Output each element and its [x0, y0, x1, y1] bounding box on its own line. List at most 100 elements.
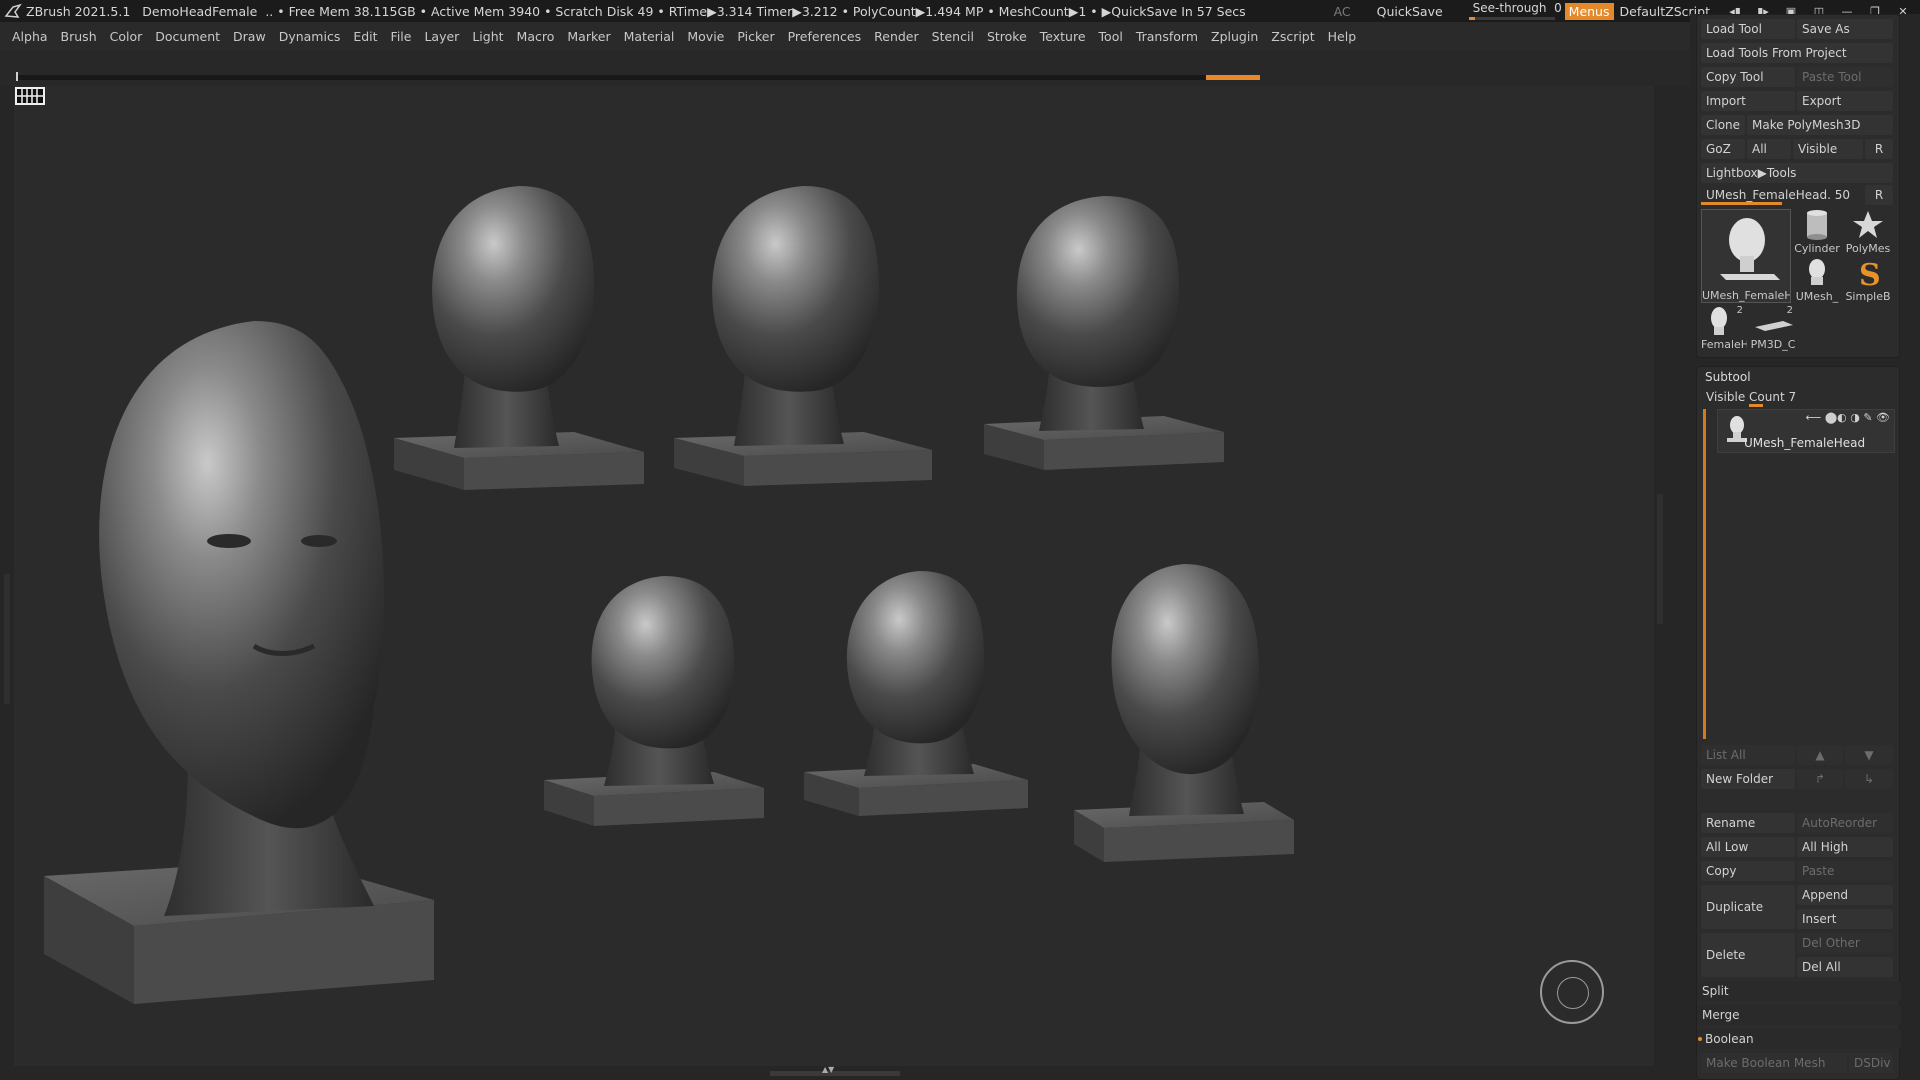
visible-count-slider[interactable]: Visible Count 7 — [1701, 387, 1893, 407]
head-model-top-1[interactable] — [394, 186, 644, 490]
bottom-tray-handle[interactable] — [770, 1065, 900, 1076]
load-tool-button[interactable]: Load Tool — [1701, 19, 1795, 39]
copy-tool-button[interactable]: Copy Tool — [1701, 67, 1795, 87]
all-low-button[interactable]: All Low — [1701, 837, 1795, 857]
left-tray[interactable] — [0, 86, 14, 1080]
boolean-section[interactable]: Boolean — [1697, 1029, 1901, 1049]
menu-file[interactable]: File — [391, 29, 412, 44]
subtool-list[interactable]: ⟵ ⬤◐ ◑ ✎ 👁 UMesh_FemaleHead — [1701, 409, 1897, 739]
head-model-top-3[interactable] — [984, 196, 1224, 470]
head-model-bottom-1[interactable] — [544, 576, 764, 826]
folder-out-icon[interactable]: ↱ — [1797, 769, 1843, 789]
menu-preferences[interactable]: Preferences — [788, 29, 862, 44]
paste-subtool-button[interactable]: Paste — [1797, 861, 1893, 881]
menu-marker[interactable]: Marker — [567, 29, 610, 44]
see-through-slider[interactable]: See-through 0 — [1468, 0, 1562, 22]
rename-button[interactable]: Rename — [1701, 813, 1795, 833]
menu-stencil[interactable]: Stencil — [932, 29, 974, 44]
menu-texture[interactable]: Texture — [1040, 29, 1086, 44]
new-folder-button[interactable]: New Folder — [1701, 769, 1795, 789]
list-all-button[interactable]: List All — [1701, 745, 1795, 765]
menu-brush[interactable]: Brush — [61, 29, 97, 44]
menu-transform[interactable]: Transform — [1136, 29, 1198, 44]
goz-all-button[interactable]: All — [1747, 139, 1791, 159]
tool-thumb-simplebrush[interactable]: S SimpleB — [1843, 257, 1893, 303]
menu-alpha[interactable]: Alpha — [12, 29, 48, 44]
del-all-button[interactable]: Del All — [1797, 957, 1893, 977]
menu-zscript[interactable]: Zscript — [1271, 29, 1314, 44]
goz-r-button[interactable]: R — [1865, 139, 1893, 159]
menu-light[interactable]: Light — [472, 29, 503, 44]
floor-grid-icon[interactable] — [14, 86, 46, 106]
save-as-button[interactable]: Save As — [1797, 19, 1893, 39]
load-tools-from-project-button[interactable]: Load Tools From Project — [1701, 43, 1893, 63]
head-model-bottom-2[interactable] — [804, 571, 1028, 816]
menu-layer[interactable]: Layer — [424, 29, 459, 44]
navigation-gizmo-icon[interactable] — [1540, 960, 1604, 1024]
star-icon — [1853, 211, 1883, 238]
subtool-item[interactable]: ⟵ ⬤◐ ◑ ✎ 👁 UMesh_FemaleHead — [1717, 409, 1895, 453]
move-up-icon[interactable]: ▲ — [1797, 745, 1843, 765]
tool-thumb-cylinder[interactable]: Cylinder — [1793, 209, 1841, 255]
split-section[interactable]: Split — [1697, 981, 1901, 1001]
current-tool-r-button[interactable]: R — [1865, 185, 1893, 205]
import-button[interactable]: Import — [1701, 91, 1795, 111]
menu-stroke[interactable]: Stroke — [987, 29, 1027, 44]
head-model-top-2[interactable] — [674, 186, 932, 486]
tool-thumb-umesh-femalehead[interactable]: UMesh_FemaleH — [1701, 209, 1791, 303]
document-canvas[interactable] — [14, 86, 1654, 1066]
menu-material[interactable]: Material — [624, 29, 675, 44]
menu-movie[interactable]: Movie — [687, 29, 724, 44]
zbrush-logo-icon — [4, 3, 22, 18]
append-button[interactable]: Append — [1797, 885, 1893, 905]
menu-render[interactable]: Render — [874, 29, 919, 44]
subtool-title[interactable]: Subtool — [1705, 370, 1751, 384]
menu-draw[interactable]: Draw — [233, 29, 266, 44]
folder-in-icon[interactable]: ↳ — [1845, 769, 1893, 789]
tool-thumb-umesh-small[interactable]: UMesh_ — [1793, 257, 1841, 303]
tool-thumb-femalehead[interactable]: 2 FemaleH — [1701, 305, 1747, 351]
dsdiv-button[interactable]: DSDiv — [1849, 1053, 1893, 1073]
current-tool-slider[interactable]: UMesh_FemaleHead. 50 — [1701, 185, 1863, 205]
del-other-button[interactable]: Del Other — [1797, 933, 1893, 953]
right-tray[interactable] — [1654, 86, 1690, 1080]
ac-toggle[interactable]: AC — [1334, 4, 1351, 19]
menu-color[interactable]: Color — [110, 29, 143, 44]
menu-help[interactable]: Help — [1328, 29, 1357, 44]
subtool-visibility-icons[interactable]: ⟵ ⬤◐ ◑ ✎ 👁 — [1806, 411, 1890, 424]
right-tray-grip[interactable] — [1657, 494, 1663, 624]
tool-thumb-pm3d[interactable]: 2 PM3D_C — [1749, 305, 1797, 351]
paste-tool-button[interactable]: Paste Tool — [1797, 67, 1893, 87]
all-high-button[interactable]: All High — [1797, 837, 1893, 857]
lightbox-tools-button[interactable]: Lightbox▶Tools — [1701, 163, 1893, 183]
menu-macro[interactable]: Macro — [517, 29, 555, 44]
make-polymesh3d-button[interactable]: Make PolyMesh3D — [1747, 115, 1893, 135]
menu-dynamics[interactable]: Dynamics — [279, 29, 341, 44]
menu-document[interactable]: Document — [155, 29, 220, 44]
merge-section[interactable]: Merge — [1697, 1005, 1901, 1025]
auto-reorder-button[interactable]: AutoReorder — [1797, 813, 1893, 833]
head-model-large[interactable] — [44, 321, 434, 1004]
subtool-scrollbar[interactable] — [1703, 409, 1706, 739]
menu-picker[interactable]: Picker — [737, 29, 774, 44]
goz-visible-button[interactable]: Visible — [1793, 139, 1863, 159]
menus-toggle-button[interactable]: Menus — [1564, 2, 1614, 20]
quicksave-button[interactable]: QuickSave — [1377, 4, 1443, 19]
goz-button[interactable]: GoZ — [1701, 139, 1745, 159]
head-model-bottom-3[interactable] — [1074, 564, 1294, 862]
tool-thumb-polymesh[interactable]: PolyMes — [1843, 209, 1893, 255]
make-boolean-mesh-button[interactable]: Make Boolean Mesh — [1701, 1053, 1847, 1073]
delete-button[interactable]: Delete — [1701, 933, 1795, 977]
duplicate-button[interactable]: Duplicate — [1701, 885, 1795, 929]
tool-thumb-label: UMesh_FemaleH — [1702, 289, 1790, 302]
menu-edit[interactable]: Edit — [353, 29, 377, 44]
menu-tool[interactable]: Tool — [1099, 29, 1123, 44]
export-button[interactable]: Export — [1797, 91, 1893, 111]
copy-subtool-button[interactable]: Copy — [1701, 861, 1795, 881]
clone-button[interactable]: Clone — [1701, 115, 1745, 135]
bottom-tray[interactable] — [14, 1065, 1654, 1080]
left-tray-grip[interactable] — [4, 574, 10, 704]
move-down-icon[interactable]: ▼ — [1845, 745, 1893, 765]
menu-zplugin[interactable]: Zplugin — [1211, 29, 1258, 44]
insert-button[interactable]: Insert — [1797, 909, 1893, 929]
